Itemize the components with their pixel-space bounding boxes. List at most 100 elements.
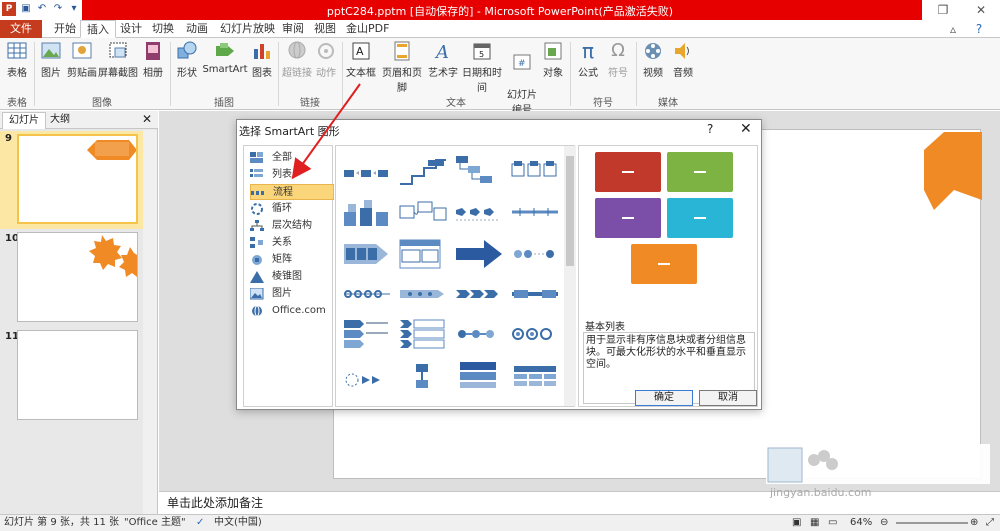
restore-icon[interactable]: ❐ (930, 2, 956, 18)
layout-chevron-process[interactable] (454, 278, 504, 310)
layout-step-down-process[interactable] (454, 154, 504, 186)
slide-thumbnail-9[interactable] (17, 134, 138, 224)
category-hierarchy[interactable]: 层次结构 (250, 218, 334, 234)
layout-staggered-process[interactable] (454, 358, 504, 390)
redo-icon[interactable]: ↷ (52, 3, 64, 15)
category-picture[interactable]: 图片 (250, 286, 334, 302)
tab-insert[interactable]: 插入 (80, 20, 116, 38)
close-icon[interactable]: ✕ (740, 121, 752, 137)
clipart-button[interactable]: 剪贴画 (66, 40, 98, 79)
powerpoint-app-icon[interactable]: P (2, 2, 16, 16)
tab-transitions[interactable]: 切换 (146, 20, 180, 38)
tab-slides[interactable]: 幻灯片 (2, 112, 46, 129)
layout-upward-arrow[interactable] (342, 238, 392, 270)
slides-pane-scrollbar[interactable] (143, 130, 157, 514)
layout-process-arrows[interactable] (454, 198, 504, 230)
layout-circle-accent-timeline[interactable] (342, 278, 392, 310)
category-all[interactable]: 全部 (250, 150, 334, 166)
layout-circle-process[interactable] (510, 238, 560, 270)
gallery-scrollbar[interactable] (564, 146, 576, 406)
zoom-level[interactable]: 64% (850, 515, 872, 531)
zoom-out-icon[interactable]: ⊖ (880, 515, 888, 531)
smartart-button[interactable]: SmartArt (202, 40, 248, 75)
tab-slideshow[interactable]: 幻灯片放映 (214, 20, 281, 38)
chart-button[interactable]: 图表 (250, 40, 274, 79)
ok-button[interactable]: 确定 (635, 390, 693, 406)
sorter-view-icon[interactable]: ▦ (810, 515, 819, 531)
layout-block-arrow[interactable] (454, 238, 504, 270)
zoom-slider[interactable] (896, 522, 968, 524)
layout-descending-process[interactable] (510, 198, 560, 230)
layout-step-up-process[interactable] (398, 158, 448, 190)
category-process[interactable]: 流程 (250, 184, 334, 200)
layout-accent-process[interactable] (510, 158, 560, 190)
category-pyramid[interactable]: 棱锥图 (250, 269, 334, 285)
equation-button[interactable]: π 公式 (574, 40, 602, 79)
tab-review[interactable]: 审阅 (276, 20, 310, 38)
fit-slide-icon[interactable]: ⤢ (986, 515, 994, 531)
textbox-button[interactable]: A 文本框 (346, 40, 376, 79)
tab-home[interactable]: 开始 (48, 20, 82, 38)
layout-vertical-process[interactable] (398, 238, 448, 270)
wordart-button[interactable]: A 艺术字 (428, 40, 458, 79)
header-footer-button[interactable]: 页眉和页脚 (378, 40, 426, 94)
tab-animations[interactable]: 动画 (180, 20, 214, 38)
undo-icon[interactable]: ↶ (36, 3, 48, 15)
screenshot-button[interactable]: 屏幕截图 (98, 40, 138, 79)
tab-view[interactable]: 视图 (308, 20, 342, 38)
audio-button[interactable]: 音频 (670, 40, 696, 79)
symbol-button[interactable]: Ω 符号 (604, 40, 632, 79)
tab-design[interactable]: 设计 (114, 20, 148, 38)
layout-up-arrow-list[interactable] (398, 358, 448, 390)
normal-view-icon[interactable]: ▣ (792, 515, 801, 531)
slide-number: 9 (5, 133, 12, 144)
tab-kingsoft-pdf[interactable]: 金山PDF (340, 20, 395, 38)
layout-chevron-list[interactable] (398, 318, 448, 350)
pi-icon: π (581, 39, 595, 63)
video-button[interactable]: 视频 (640, 40, 666, 79)
category-cycle[interactable]: 循环 (250, 201, 334, 217)
shapes-button[interactable]: 形状 (174, 40, 200, 79)
layout-segmented-process[interactable] (510, 318, 560, 350)
close-icon[interactable]: ✕ (968, 2, 994, 18)
help-icon[interactable]: ? (966, 21, 992, 37)
slide-thumbnail-11[interactable] (17, 330, 138, 420)
spellcheck-icon[interactable]: ✓ (196, 515, 204, 531)
tab-outline[interactable]: 大纲 (44, 112, 76, 129)
layout-basic-timeline[interactable] (398, 278, 448, 310)
picture-button[interactable]: 图片 (38, 40, 64, 79)
reading-view-icon[interactable]: ▭ (828, 515, 837, 531)
action-icon (318, 43, 334, 59)
theme-name[interactable]: "Office 主题" (124, 515, 186, 531)
category-matrix[interactable]: 矩阵 (250, 252, 334, 268)
hyperlink-button[interactable]: 超链接 (282, 40, 312, 79)
zoom-in-icon[interactable]: ⊕ (970, 515, 978, 531)
layout-table-process[interactable] (510, 358, 560, 390)
layout-basic-process[interactable] (342, 158, 392, 190)
cancel-button[interactable]: 取消 (699, 390, 757, 406)
gallery-scroll-thumb[interactable] (566, 156, 574, 266)
slide-thumbnail-10[interactable] (17, 232, 138, 322)
tab-file[interactable]: 文件 (0, 20, 42, 38)
layout-circular-arrows[interactable] (342, 358, 392, 390)
table-button[interactable]: 表格 (4, 40, 30, 79)
category-list-type[interactable]: 列表 (250, 167, 334, 183)
layout-stacked-chevron[interactable] (342, 318, 392, 350)
action-button[interactable]: 动作 (312, 40, 340, 79)
customize-icon[interactable]: ▾ (68, 3, 80, 15)
layout-alternating-flow[interactable] (342, 198, 392, 230)
close-pane-icon[interactable]: ✕ (142, 112, 152, 126)
category-relationship[interactable]: 关系 (250, 235, 334, 251)
object-button[interactable]: 对象 (540, 40, 566, 79)
language[interactable]: 中文(中国) (214, 515, 262, 531)
album-button[interactable]: 相册 (140, 40, 166, 79)
layout-horizontal-bullet[interactable] (510, 278, 560, 310)
category-office-com[interactable]: Office.com (250, 303, 334, 319)
datetime-button[interactable]: 5 日期和时间 (458, 40, 506, 94)
layout-continuous-block[interactable] (398, 198, 448, 230)
help-icon[interactable]: ? (707, 122, 713, 136)
minimize-ribbon-icon[interactable]: ▵ (940, 21, 966, 37)
layout-pie-process[interactable] (454, 318, 504, 350)
save-icon[interactable]: ▣ (20, 3, 32, 15)
notes-input[interactable]: 单击此处添加备注 (159, 491, 1000, 514)
